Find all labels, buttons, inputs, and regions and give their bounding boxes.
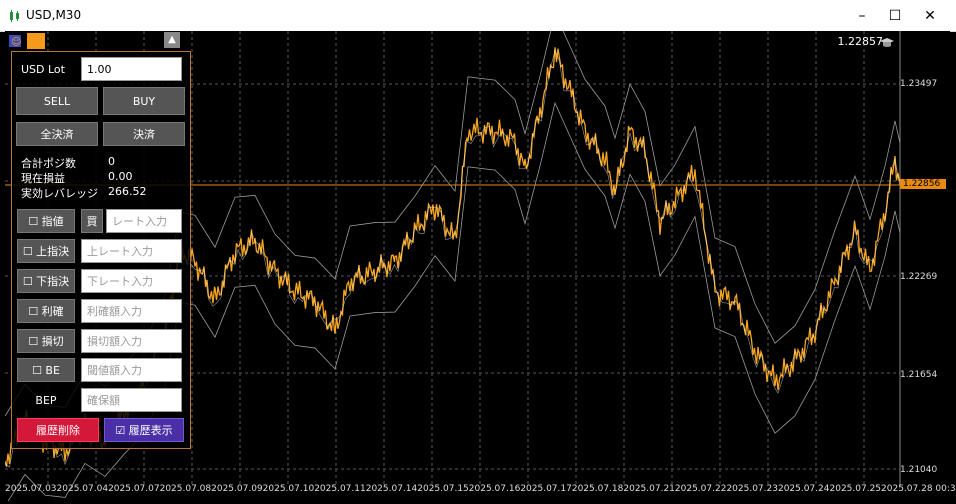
stat-value: 0.00 [108, 170, 133, 183]
title-bar: USD,M30 – ☐ ✕ [0, 0, 956, 32]
limit-order-toggle[interactable]: ☐ 指値 [17, 209, 75, 233]
bep-label: BEP [35, 393, 57, 407]
current-price-axis-label: 1.22856 [900, 179, 946, 189]
expert-icon[interactable]: ☺ [7, 33, 47, 49]
buy-side-toggle[interactable]: 買 [81, 209, 103, 233]
breakeven-toggle[interactable]: ☐ BE [17, 358, 75, 382]
date-tick-label: 2025.07.08 [159, 484, 212, 494]
minimize-button[interactable]: – [851, 6, 873, 26]
close-all-button[interactable]: 全決済 [16, 122, 98, 146]
lower-rate-input[interactable]: 下レート入力 [81, 269, 182, 293]
secure-amount-input[interactable]: 確保額 [81, 388, 182, 412]
date-tick-label: 2025.07.14 [365, 484, 418, 494]
candlestick-icon [10, 10, 19, 22]
price-axis-label: 1.21654 [900, 370, 938, 380]
svg-text:☺: ☺ [11, 37, 21, 48]
date-tick-label: 2025.07.21 [623, 484, 675, 494]
date-tick-label: 2025.07.18 [571, 484, 624, 494]
rate-input[interactable]: レート入力 [106, 209, 182, 233]
date-tick-label: 2025.07.25 [829, 484, 882, 494]
stop-loss-input[interactable]: 損切額入力 [81, 329, 182, 353]
date-axis: 2025.07.032025.07.042025.07.072025.07.08… [5, 484, 956, 496]
lot-input[interactable]: 1.00 [81, 57, 182, 81]
price-axis-label: 1.21040 [900, 465, 938, 475]
sell-button[interactable]: SELL [16, 87, 98, 115]
stat-label: 合計ポジ数 [21, 157, 76, 170]
date-tick-label: 2025.07.24 [777, 484, 830, 494]
price-axis-label: 1.23497 [900, 79, 938, 89]
threshold-input[interactable]: 閾値額入力 [81, 358, 182, 382]
lot-label: USD Lot [21, 63, 65, 76]
date-tick-label: 2025.07.16 [468, 484, 521, 494]
date-tick-label: 2025.07.03 [5, 484, 57, 494]
stat-value: 266.52 [108, 185, 147, 198]
graduation-cap-icon [880, 38, 894, 47]
date-tick-label: 2025.07.09 [211, 484, 263, 494]
close-button[interactable]: 決済 [103, 122, 185, 146]
date-tick-label: 2025.07.28 00:30 [881, 484, 956, 494]
date-tick-label: 2025.07.07 [108, 484, 160, 494]
price-axis-label: 1.22269 [900, 272, 938, 282]
date-tick-label: 2025.07.11 [314, 484, 366, 494]
upper-rate-input[interactable]: 上レート入力 [81, 239, 182, 263]
date-tick-label: 2025.07.04 [56, 484, 109, 494]
close-button[interactable]: ✕ [919, 6, 941, 26]
collapse-arrow-icon[interactable]: ▲ [164, 32, 180, 48]
chart-toolbar: ☺ [7, 33, 47, 49]
stat-value: 0 [108, 155, 115, 168]
lower-limit-toggle[interactable]: ☐ 下指決 [17, 269, 75, 293]
date-tick-label: 2025.07.22 [674, 484, 727, 494]
stat-label: 実効レバレッジ [21, 187, 98, 200]
date-tick-label: 2025.07.23 [726, 484, 778, 494]
take-profit-toggle[interactable]: ☐ 利確 [17, 299, 75, 323]
date-tick-label: 2025.07.15 [417, 484, 469, 494]
date-tick-label: 2025.07.10 [262, 484, 315, 494]
order-panel: ▲ USD Lot 1.00 SELL BUY 全決済 決済 合計ポジ数 0 現… [11, 32, 191, 449]
buy-button[interactable]: BUY [103, 87, 185, 115]
stat-label: 現在損益 [21, 172, 65, 185]
show-history-button[interactable]: ☑ 履歴表示 [104, 418, 184, 442]
trading-window: USD,M30 – ☐ ✕ ☺ 1.22857 1.23497 1.22856 … [0, 0, 956, 504]
date-tick-label: 2025.07.17 [520, 484, 572, 494]
maximize-button[interactable]: ☐ [884, 6, 906, 26]
upper-limit-toggle[interactable]: ☐ 上指決 [17, 239, 75, 263]
window-title: USD,M30 [26, 8, 82, 22]
current-price-readout: 1.22857 [837, 35, 884, 48]
delete-history-button[interactable]: 履歴削除 [17, 418, 99, 442]
take-profit-input[interactable]: 利確額入力 [81, 299, 182, 323]
stop-loss-toggle[interactable]: ☐ 損切 [17, 329, 75, 353]
